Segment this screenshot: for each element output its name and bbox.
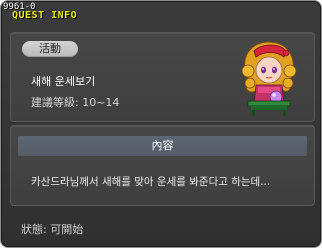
quest-type-badge: 活動 (22, 41, 78, 57)
quest-summary-panel: 活動 새해 운세보기 建議等級: 10~14 (10, 32, 315, 122)
quest-description: 카산드라님께서 새해를 맞아 운세를 봐준다고 하는데... (31, 176, 271, 188)
quest-name: 새해 운세보기 (31, 75, 96, 88)
recommended-level: 建議等級: 10~14 (31, 96, 120, 109)
quest-content-panel: 內容 카산드라님께서 새해를 맞아 운세를 봐준다고 하는데... (10, 125, 315, 206)
quest-info-window: 9961-0 QUEST INFO 活動 새해 운세보기 建議等級: 10~14 (0, 0, 322, 248)
content-section-header: 內容 (18, 136, 307, 156)
window-title: QUEST INFO (12, 10, 78, 21)
quest-status: 狀態: 可開始 (21, 223, 84, 236)
npc-portrait-icon (241, 41, 297, 116)
